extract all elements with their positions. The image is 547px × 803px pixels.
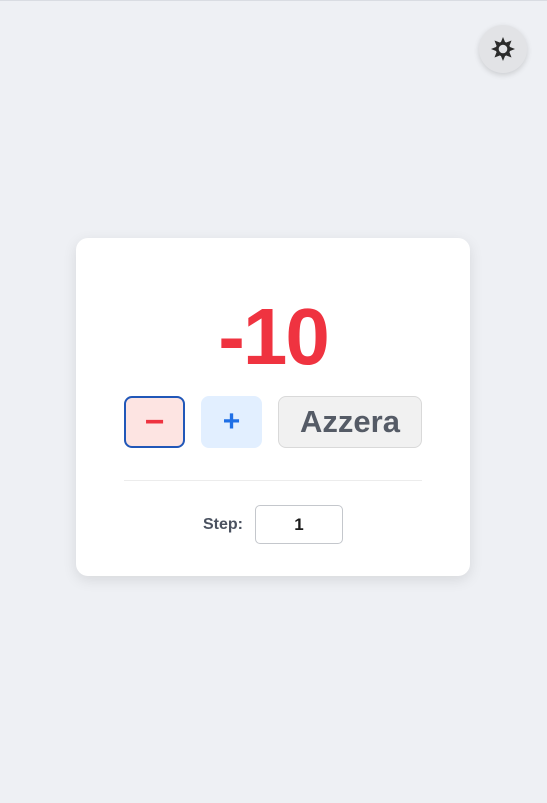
counter-controls: − + Azzera	[124, 396, 422, 448]
step-input[interactable]	[255, 505, 343, 544]
counter-value: -10	[218, 292, 330, 381]
step-label: Step:	[203, 516, 243, 533]
decrement-button[interactable]: −	[124, 396, 185, 448]
theme-toggle-button[interactable]	[479, 25, 527, 73]
reset-button[interactable]: Azzera	[278, 396, 422, 448]
divider	[124, 480, 422, 481]
counter-card: -10 − + Azzera Step:	[76, 238, 470, 576]
increment-button[interactable]: +	[201, 396, 262, 448]
step-row: Step:	[76, 505, 470, 544]
sun-icon	[490, 36, 516, 62]
